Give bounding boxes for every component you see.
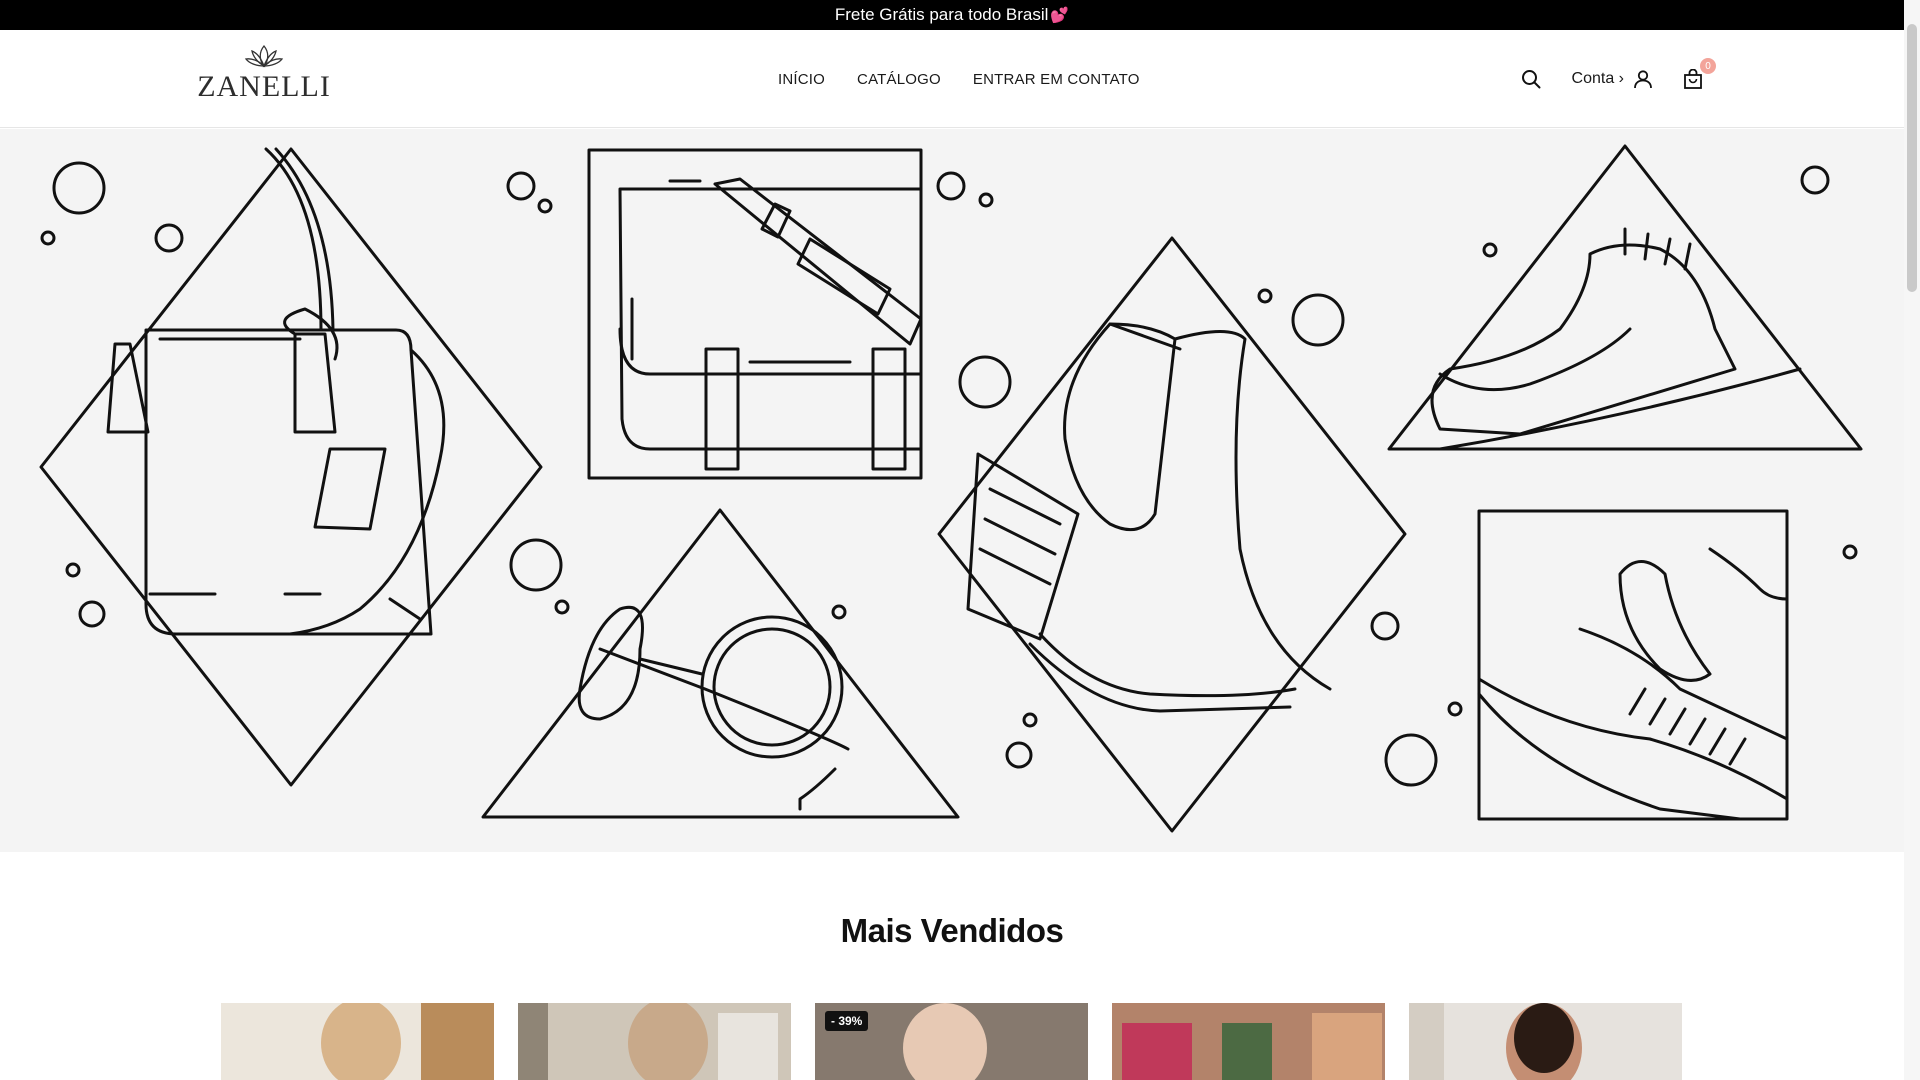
announcement-bar: Frete Grátis para todo Brasil 💕 [0,0,1904,30]
hero-banner[interactable] [0,129,1904,852]
brand-name: ZANELLI [197,70,331,103]
nav-inicio[interactable]: INÍCIO [778,71,825,88]
lotus-icon [244,44,284,68]
best-sellers-title: Mais Vendidos [840,912,1064,949]
main-nav: INÍCIO CATÁLOGO ENTRAR EM CONTATO [778,30,1140,128]
user-icon[interactable] [1632,68,1654,90]
product-card[interactable] [1409,1003,1682,1080]
product-card[interactable] [221,1003,494,1080]
announcement-text: Frete Grátis para todo Brasil [834,5,1049,24]
brand-logo[interactable]: ZANELLI [197,44,330,112]
product-image [221,1003,494,1080]
product-card[interactable]: - 39% [815,1003,1088,1080]
heart-emoji: 💕 [1050,7,1070,24]
product-card[interactable] [1112,1003,1385,1080]
accessories-illustration [39,144,1863,833]
product-card[interactable] [518,1003,791,1080]
product-image [1409,1003,1682,1080]
site-header: ZANELLI INÍCIO CATÁLOGO ENTRAR EM CONTAT… [0,30,1904,128]
product-image [518,1003,791,1080]
nav-contato[interactable]: ENTRAR EM CONTATO [973,71,1140,88]
cart-button[interactable]: 0 [1682,58,1716,90]
nav-catalogo[interactable]: CATÁLOGO [857,71,941,88]
account-link[interactable]: Conta › [1572,70,1624,88]
cart-count-badge: 0 [1700,58,1716,74]
cart-icon [1684,69,1702,89]
search-icon[interactable] [1520,68,1542,90]
scrollbar-thumb[interactable] [1907,24,1917,292]
product-grid: - 39% [221,1003,1682,1080]
header-tools: Conta › 0 [1520,30,1716,128]
discount-badge: - 39% [825,1011,869,1031]
product-image [1112,1003,1385,1080]
page-scrollbar[interactable] [1904,0,1920,1080]
